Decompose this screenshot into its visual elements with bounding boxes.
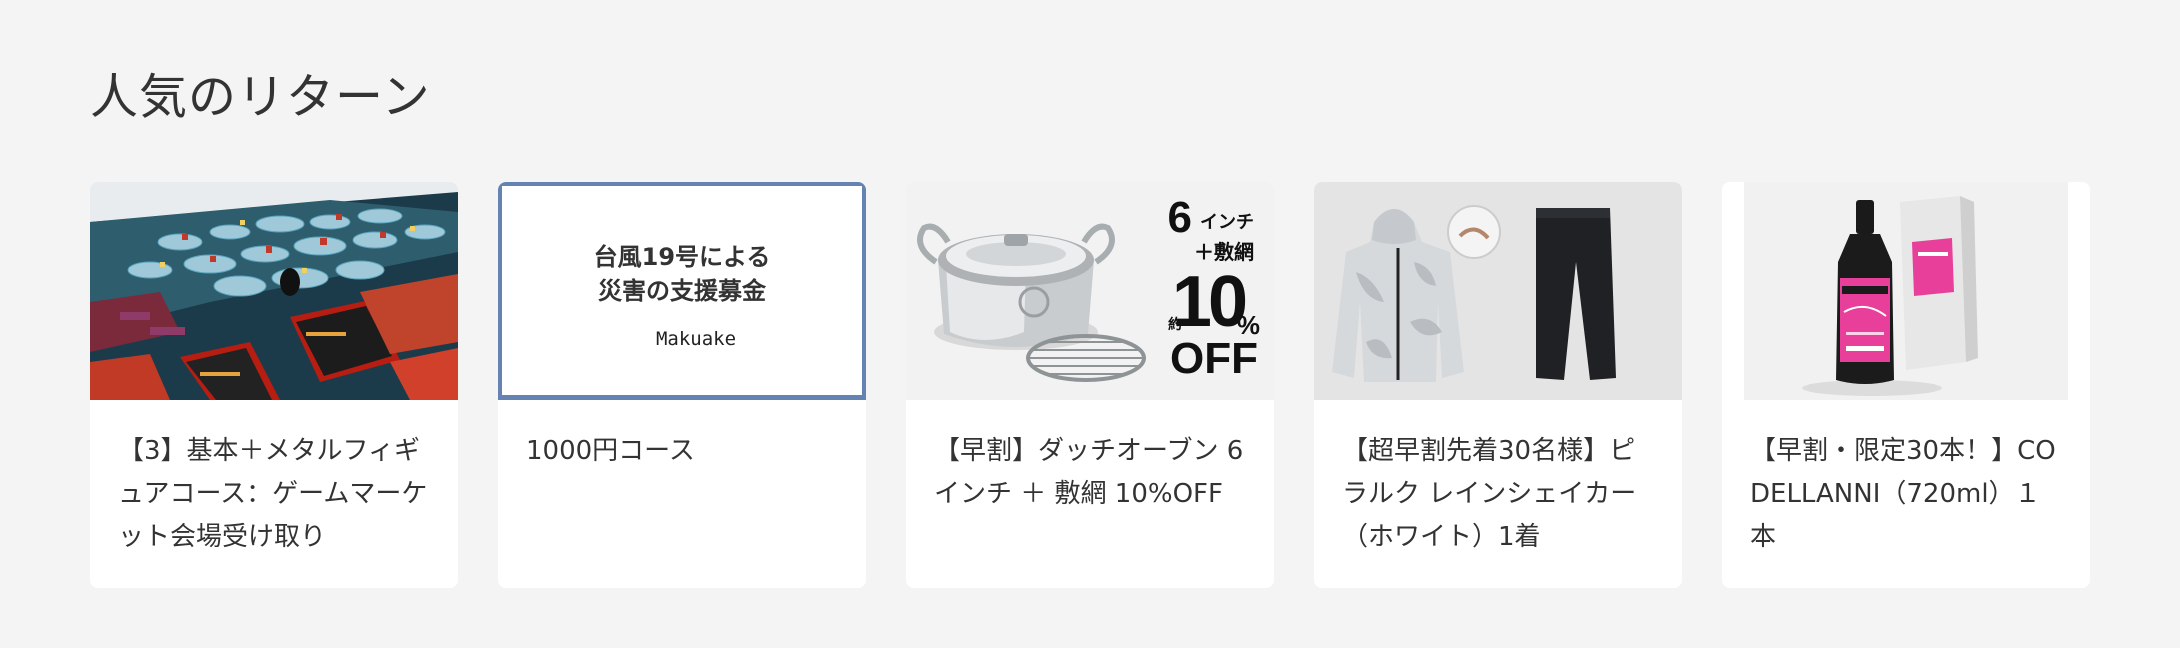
makuake-brand: Makuake (498, 328, 866, 350)
promo-off: OFF (1170, 334, 1258, 383)
rain-jacket-photo (1314, 182, 1682, 400)
disaster-support-image: 台風19号による 災害の支援募金 Makuake (498, 182, 866, 400)
promo-size-number: 6 (1167, 193, 1192, 242)
liquor-bottle-image (1722, 182, 2090, 400)
makuake-logo-icon (628, 329, 648, 349)
return-card[interactable]: 【早割・限定30本！】CO DELLANNI（720ml）１本 (1722, 182, 2090, 588)
support-banner-line2: 災害の支援募金 (598, 277, 766, 305)
return-card[interactable]: 6 インチ ＋敷網 約 10 % OFF 【早割】ダッチオーブン 6インチ ＋ … (906, 182, 1274, 588)
support-banner-line1: 台風19号による (593, 243, 771, 271)
section-title: 人気のリターン (90, 69, 431, 125)
promo-size-unit: インチ (1200, 212, 1254, 233)
return-card[interactable]: 【超早割先着30名様】ピラルク レインシェイカー（ホワイト）1着 (1314, 182, 1682, 588)
liquor-bottle-photo (1722, 182, 2090, 400)
return-card-title: 1000円コース (526, 436, 695, 466)
dutch-oven-image: 6 インチ ＋敷網 約 10 % OFF (906, 182, 1274, 400)
makuake-brand-name: Makuake (655, 328, 737, 350)
rain-jacket-image (1314, 182, 1682, 400)
board-game-photo (90, 182, 458, 400)
return-card-title: 【3】基本＋メタルフィギュアコース：ゲームマーケット会場受け取り (118, 436, 428, 552)
return-card-title: 【超早割先着30名様】ピラルク レインシェイカー（ホワイト）1着 (1342, 436, 1637, 552)
return-card-title: 【早割】ダッチオーブン 6インチ ＋ 敷網 10%OFF (934, 436, 1244, 509)
board-game-image (90, 182, 458, 400)
return-card[interactable]: 【3】基本＋メタルフィギュアコース：ゲームマーケット会場受け取り (90, 182, 458, 588)
promo-discount-number: 10 (1171, 262, 1248, 342)
return-card[interactable]: 台風19号による 災害の支援募金 Makuake 1000円コース (498, 182, 866, 588)
promo-net: ＋敷網 (1194, 240, 1254, 264)
return-card-list: 【3】基本＋メタルフィギュアコース：ゲームマーケット会場受け取り 台風19号によ… (90, 182, 2090, 588)
return-card-title: 【早割・限定30本！】CO DELLANNI（720ml）１本 (1750, 436, 2056, 552)
support-banner-text: 台風19号による 災害の支援募金 (498, 240, 866, 308)
